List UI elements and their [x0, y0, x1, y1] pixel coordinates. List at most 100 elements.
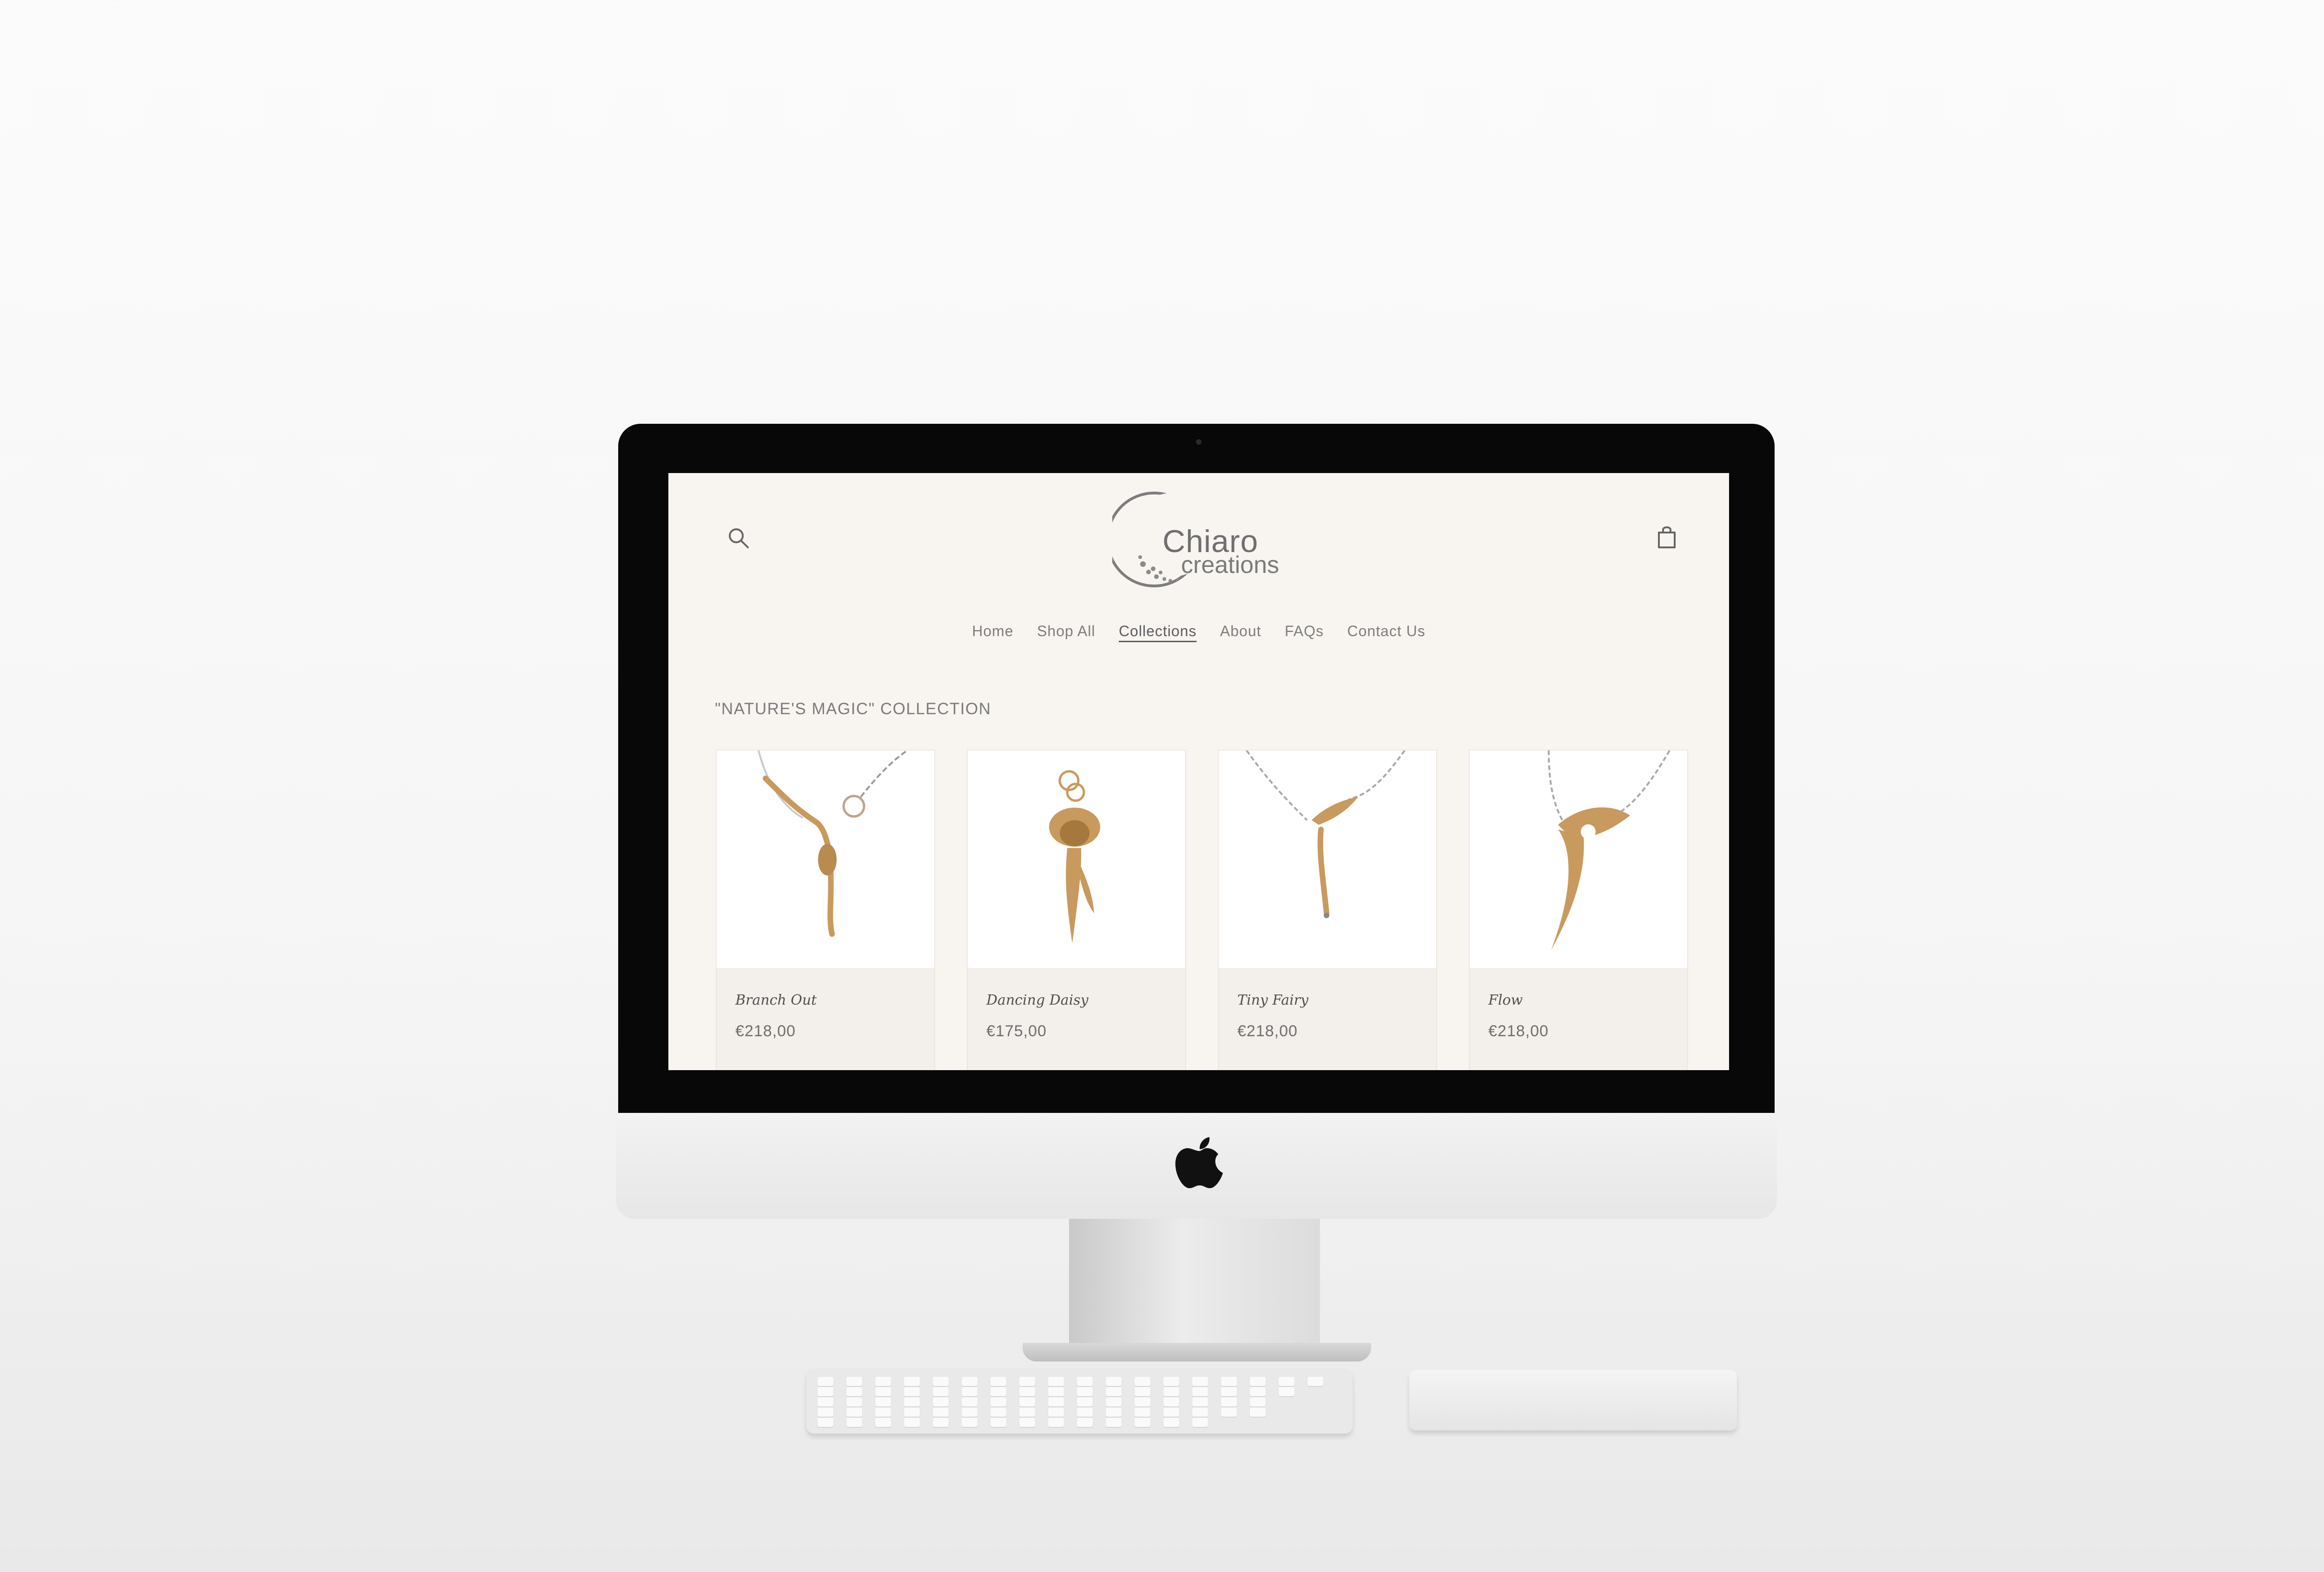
- keyboard-key: [1077, 1418, 1093, 1427]
- keyboard-key: [818, 1397, 833, 1407]
- keyboard-key: [1163, 1377, 1179, 1386]
- keyboard-key: [1106, 1397, 1122, 1407]
- keyboard-key: [1221, 1408, 1237, 1417]
- keyboard-key: [933, 1397, 949, 1407]
- nav-contact-us[interactable]: Contact Us: [1347, 623, 1425, 640]
- keyboard-key: [962, 1397, 977, 1407]
- keyboard: [806, 1368, 1353, 1434]
- keyboard-key: [1077, 1387, 1093, 1396]
- keyboard-key: [1192, 1387, 1208, 1396]
- keyboard-key: [1135, 1387, 1150, 1396]
- keyboard-key: [1048, 1397, 1064, 1407]
- keyboard-key: [990, 1377, 1006, 1386]
- product-name[interactable]: Tiny Fairy: [1237, 992, 1308, 1008]
- product-name[interactable]: Dancing Daisy: [986, 992, 1089, 1008]
- nav-about[interactable]: About: [1220, 623, 1261, 640]
- keyboard-key: [1135, 1418, 1150, 1427]
- keyboard-key: [933, 1418, 949, 1427]
- keyboard-key: [1019, 1418, 1035, 1427]
- keyboard-key: [1135, 1408, 1150, 1417]
- keyboard-key: [846, 1397, 862, 1407]
- chiaro-creations-logo[interactable]: Chiaro creations: [1106, 481, 1298, 598]
- keyboard-key: [1135, 1397, 1150, 1407]
- keyboard-key: [1106, 1387, 1122, 1396]
- keyboard-key: [1221, 1387, 1237, 1396]
- keyboard-key: [875, 1397, 891, 1407]
- keyboard-key: [962, 1387, 977, 1396]
- keyboard-key: [1048, 1408, 1064, 1417]
- keyboard-key: [1077, 1377, 1093, 1386]
- keyboard-key: [1077, 1408, 1093, 1417]
- keyboard-key: [1163, 1418, 1179, 1427]
- keyboard-key: [1279, 1387, 1294, 1396]
- product-name[interactable]: Flow: [1488, 992, 1523, 1008]
- keyboard-key: [933, 1377, 949, 1386]
- keyboard-key: [1048, 1377, 1064, 1386]
- keyboard-key: [904, 1377, 920, 1386]
- keyboard-key: [1019, 1397, 1035, 1407]
- keyboard-key: [962, 1377, 977, 1386]
- keyboard-key: [1221, 1397, 1237, 1407]
- keyboard-key: [990, 1397, 1006, 1407]
- keyboard-key: [1307, 1377, 1323, 1386]
- keyboard-key: [1019, 1377, 1035, 1386]
- keyboard-key: [1163, 1397, 1179, 1407]
- apple-icon: [1175, 1137, 1223, 1188]
- main-navigation: Home Shop All Collections About FAQs Con…: [668, 623, 1729, 640]
- keyboard-key: [962, 1418, 977, 1427]
- product-price: €218,00: [735, 1022, 796, 1040]
- keyboard-key: [1250, 1408, 1266, 1417]
- pendant-necklace-flow-icon[interactable]: [1470, 750, 1687, 968]
- search-icon[interactable]: [726, 525, 752, 551]
- keyboard-key: [1106, 1418, 1122, 1427]
- imac-camera: [1196, 439, 1202, 445]
- keyboard-key: [875, 1377, 891, 1386]
- product-card[interactable]: Dancing Daisy €175,00: [967, 750, 1186, 1070]
- keyboard-key: [1019, 1408, 1035, 1417]
- keyboard-key: [990, 1387, 1006, 1396]
- keyboard-key: [1019, 1387, 1035, 1396]
- keyboard-key: [1192, 1377, 1208, 1386]
- keyboard-key: [1192, 1418, 1208, 1427]
- product-card[interactable]: Branch Out €218,00: [716, 750, 935, 1070]
- trackpad: [1409, 1370, 1737, 1430]
- logo-text-creations: creations: [1181, 552, 1279, 579]
- keyboard-key: [1106, 1408, 1122, 1417]
- pendant-necklace-fairy-icon[interactable]: [1219, 750, 1436, 968]
- keyboard-key: [1192, 1397, 1208, 1407]
- keyboard-key: [1279, 1377, 1294, 1386]
- product-name[interactable]: Branch Out: [735, 992, 817, 1008]
- keyboard-key: [1135, 1377, 1150, 1386]
- nav-home[interactable]: Home: [972, 623, 1013, 640]
- nav-collections[interactable]: Collections: [1119, 623, 1197, 640]
- pendant-necklace-daisy-icon[interactable]: [968, 750, 1185, 968]
- product-price: €218,00: [1488, 1022, 1549, 1040]
- keyboard-key: [1048, 1387, 1064, 1396]
- keyboard-key: [1250, 1377, 1266, 1386]
- keyboard-key: [1163, 1408, 1179, 1417]
- keyboard-key: [1048, 1418, 1064, 1427]
- keyboard-key: [904, 1387, 920, 1396]
- pendant-necklace-branch-icon[interactable]: [717, 750, 934, 968]
- cart-icon[interactable]: [1655, 524, 1678, 552]
- keyboard-key: [933, 1408, 949, 1417]
- nav-shop-all[interactable]: Shop All: [1037, 623, 1095, 640]
- imac-stand-neck: [1069, 1217, 1320, 1357]
- keyboard-key: [846, 1377, 862, 1386]
- product-price: €175,00: [986, 1022, 1047, 1040]
- keyboard-key: [875, 1387, 891, 1396]
- keyboard-key: [1221, 1377, 1237, 1386]
- keyboard-key: [904, 1408, 920, 1417]
- keyboard-key: [818, 1387, 833, 1396]
- keyboard-key: [1250, 1397, 1266, 1407]
- keyboard-key: [904, 1418, 920, 1427]
- keyboard-key: [904, 1397, 920, 1407]
- keyboard-key: [933, 1387, 949, 1396]
- keyboard-key: [1192, 1408, 1208, 1417]
- keyboard-key: [818, 1377, 833, 1386]
- keyboard-key: [990, 1418, 1006, 1427]
- product-card[interactable]: Tiny Fairy €218,00: [1218, 750, 1437, 1070]
- product-card[interactable]: Flow €218,00: [1469, 750, 1688, 1070]
- nav-faqs[interactable]: FAQs: [1285, 623, 1324, 640]
- imac-stand-foot: [1023, 1343, 1371, 1362]
